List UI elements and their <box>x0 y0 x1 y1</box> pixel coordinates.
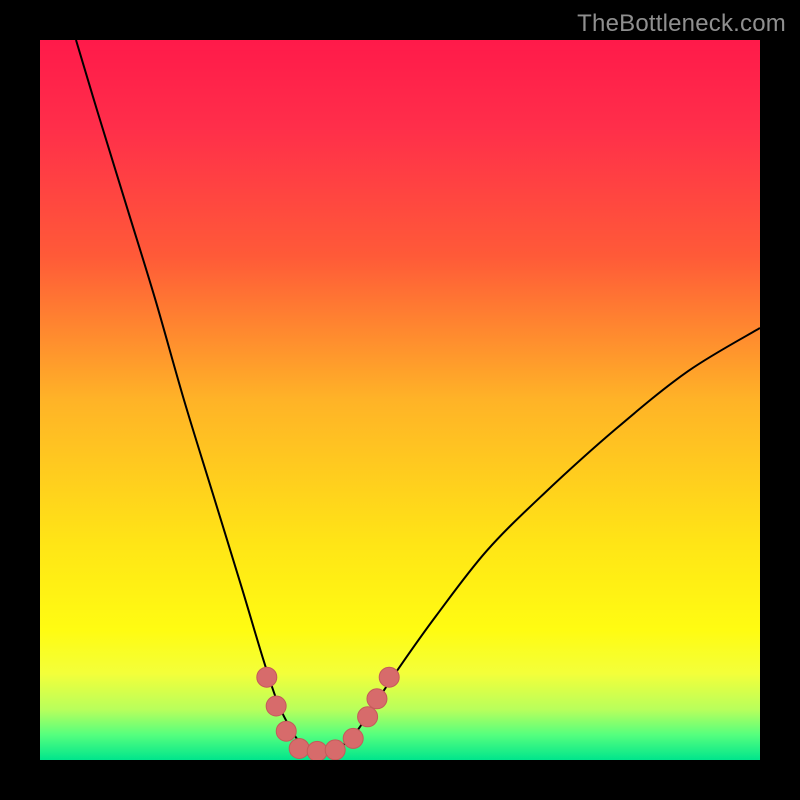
plot-area <box>40 40 760 760</box>
chart-svg <box>40 40 760 760</box>
data-marker <box>367 689 387 709</box>
data-marker <box>325 740 345 760</box>
data-marker <box>307 741 327 760</box>
data-marker <box>379 667 399 687</box>
data-marker <box>343 728 363 748</box>
data-marker <box>266 696 286 716</box>
data-marker <box>358 707 378 727</box>
data-marker <box>289 738 309 758</box>
chart-frame: TheBottleneck.com <box>0 0 800 800</box>
data-marker <box>276 721 296 741</box>
data-marker <box>257 667 277 687</box>
watermark-text: TheBottleneck.com <box>577 10 786 38</box>
